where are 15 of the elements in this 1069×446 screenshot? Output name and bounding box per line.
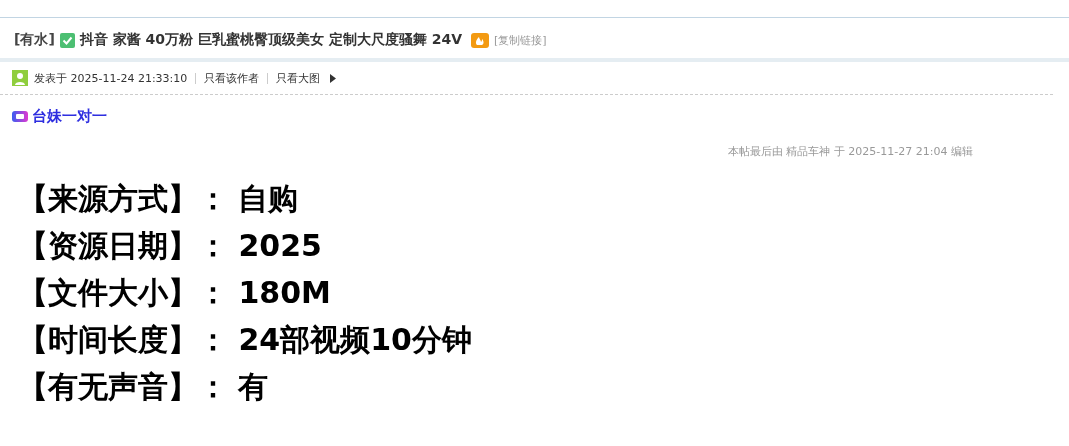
filter-link[interactable]: 只看大图 (267, 72, 321, 84)
content-line: 【资源日期】： 2025 (18, 227, 323, 265)
content-line: 【文件大小】： 180M (18, 274, 332, 312)
content-line: 【有无声音】： 有 (18, 368, 270, 406)
avatar-icon (12, 70, 28, 86)
filter-link[interactable]: 只看该作者 (195, 72, 260, 84)
content-line: 【来源方式】： 自购 (18, 180, 300, 218)
post-date: 发表于 2025-11-24 21:33:10 (34, 70, 188, 86)
ad-icon (12, 111, 28, 122)
content-line: 【时间长度】： 24部视频10分钟 (18, 321, 473, 359)
thread-category: [有水] (14, 31, 55, 49)
thread-title: 抖音 家酱 40万粉 巨乳蜜桃臀顶级美女 定制大尺度骚舞 24V (79, 31, 462, 49)
play-arrow-icon[interactable] (330, 73, 337, 83)
edit-note: 本帖最后由 精品车神 于 2025-11-27 21:04 编辑 (727, 145, 973, 158)
ad-link[interactable]: 台妹一对一 (32, 107, 107, 126)
